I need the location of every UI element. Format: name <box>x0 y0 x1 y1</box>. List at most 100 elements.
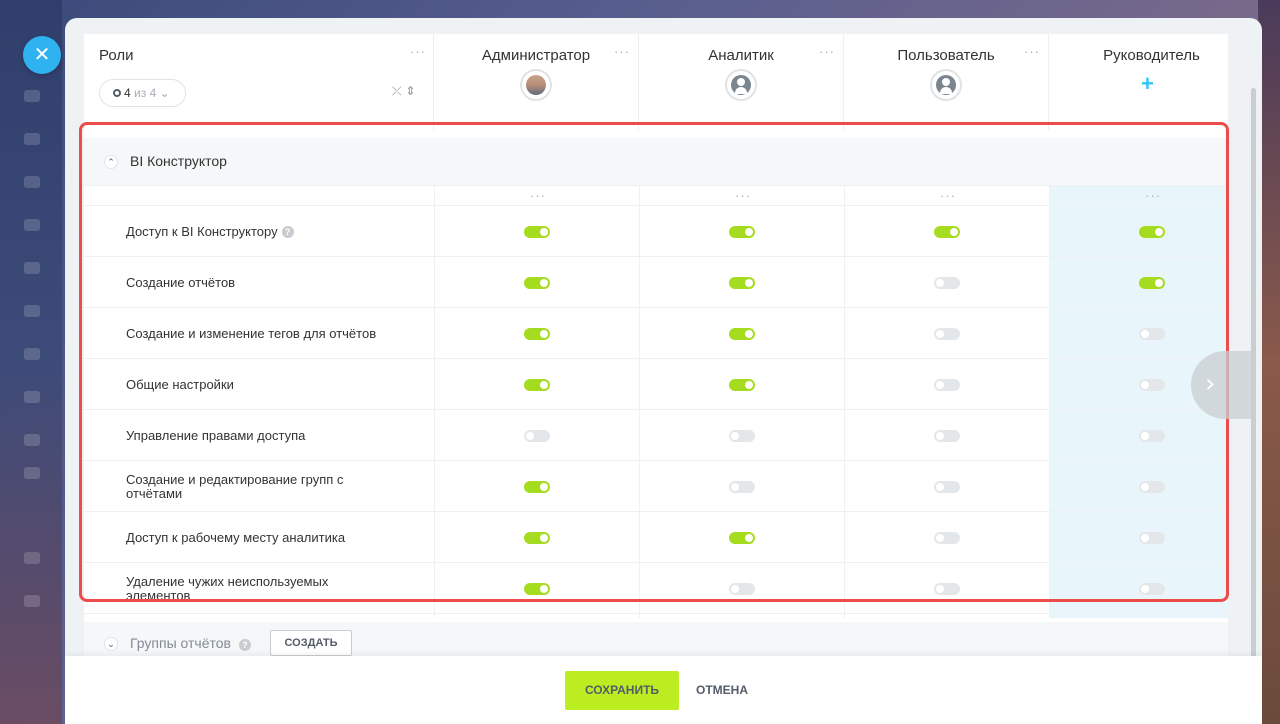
permission-toggle[interactable] <box>934 277 960 289</box>
permission-label: Доступ к рабочему месту аналитика <box>126 512 386 563</box>
background-sidebar <box>0 0 62 724</box>
permissions-slider: Роли ··· 4 из 4 ⌄ ⤫ ⇕ Администратор ··· … <box>65 18 1262 724</box>
sidebar-blur-icon <box>24 391 40 403</box>
save-button[interactable]: СОХРАНИТЬ <box>565 671 679 710</box>
permission-toggle[interactable] <box>1139 328 1165 340</box>
permission-toggle[interactable] <box>934 532 960 544</box>
permission-toggle[interactable] <box>729 583 755 595</box>
permission-toggle[interactable] <box>934 481 960 493</box>
permission-toggle[interactable] <box>524 481 550 493</box>
sidebar-blur-icon <box>24 552 40 564</box>
permission-toggle[interactable] <box>524 583 550 595</box>
permission-toggle[interactable] <box>729 379 755 391</box>
permission-label-text: Общие настройки <box>126 376 234 392</box>
footer-bar: СОХРАНИТЬ ОТМЕНА <box>65 656 1262 724</box>
sidebar-blur-icon <box>24 348 40 360</box>
role-name: Пользователь <box>897 47 995 64</box>
counter-rest: из 4 <box>134 86 157 100</box>
chevron-down-icon: ⌄ <box>159 86 170 100</box>
close-icon: ✕ <box>33 42 51 66</box>
section-title: Группы отчётов ? <box>130 635 251 651</box>
collapse-expand-icon[interactable]: ⤫ ⇕ <box>392 84 415 99</box>
cancel-button[interactable]: ОТМЕНА <box>696 671 748 710</box>
permission-toggle[interactable] <box>524 328 550 340</box>
sidebar-blur-icon <box>24 467 40 479</box>
groups-title: Группы отчётов <box>130 635 231 651</box>
role-name: Руководитель <box>1103 47 1200 64</box>
permission-toggle[interactable] <box>1139 532 1165 544</box>
permission-toggle[interactable] <box>1139 583 1165 595</box>
column-more-icon[interactable]: ··· <box>1145 189 1161 202</box>
role-column-admin: Администратор ··· <box>434 34 639 130</box>
sidebar-blur-icon <box>24 133 40 145</box>
permission-label: Доступ к BI Конструктору? <box>126 206 386 257</box>
permission-toggle[interactable] <box>934 226 960 238</box>
user-icon <box>731 75 751 95</box>
permission-toggle[interactable] <box>524 277 550 289</box>
roles-title: Роли <box>99 47 134 64</box>
avatar[interactable] <box>520 69 552 101</box>
permission-label-text: Удаление чужих неиспользуемых элементов <box>126 573 329 603</box>
avatar-photo <box>526 75 546 95</box>
permission-label-text: Создание отчётов <box>126 274 236 290</box>
chevron-down-icon[interactable]: ⌄ <box>104 637 118 651</box>
permission-toggle[interactable] <box>1139 226 1165 238</box>
help-icon[interactable]: ? <box>281 225 294 238</box>
section-header[interactable]: ⌃ BI Конструктор <box>84 138 1228 186</box>
close-slider-button[interactable]: ✕ <box>23 36 61 74</box>
roles-counter[interactable]: 4 из 4 ⌄ <box>99 79 186 107</box>
roles-more-icon[interactable]: ··· <box>410 45 426 58</box>
permission-label-text: Управление правами доступа <box>126 427 306 443</box>
sidebar-blur-icon <box>24 434 40 446</box>
permission-toggle[interactable] <box>524 226 550 238</box>
permission-label: Создание и редактирование групп с отчёта… <box>126 461 386 512</box>
permission-label: Управление правами доступа <box>126 410 386 461</box>
permission-toggle[interactable] <box>729 430 755 442</box>
eye-icon <box>113 89 121 97</box>
help-icon[interactable]: ? <box>238 639 251 651</box>
role-name: Администратор <box>481 47 591 64</box>
column-actions-row: ··· ··· ··· ··· <box>84 186 1228 206</box>
permission-label: Общие настройки <box>126 359 386 410</box>
add-member-icon[interactable]: + <box>1141 73 1154 95</box>
permissions-table: Роли ··· 4 из 4 ⌄ ⤫ ⇕ Администратор ··· … <box>84 34 1228 674</box>
permission-toggle[interactable] <box>934 430 960 442</box>
table-row: Доступ к рабочему месту аналитика <box>84 512 1228 563</box>
scrollbar[interactable] <box>1251 88 1256 718</box>
permission-toggle[interactable] <box>524 532 550 544</box>
sidebar-blur-icon <box>24 305 40 317</box>
column-more-icon[interactable]: ··· <box>614 45 630 58</box>
column-more-icon[interactable]: ··· <box>1024 45 1040 58</box>
permission-toggle[interactable] <box>524 379 550 391</box>
table-row: Создание отчётов <box>84 257 1228 308</box>
permission-label-text: Создание и изменение тегов для отчётов <box>126 325 377 341</box>
column-more-icon[interactable]: ··· <box>940 189 956 202</box>
permission-toggle[interactable] <box>729 481 755 493</box>
chevron-up-icon[interactable]: ⌃ <box>104 155 118 169</box>
role-column-analyst: Аналитик ··· <box>639 34 844 130</box>
permission-toggle[interactable] <box>729 226 755 238</box>
section-title: BI Конструктор <box>130 153 227 169</box>
permission-toggle[interactable] <box>729 277 755 289</box>
permission-toggle[interactable] <box>1139 379 1165 391</box>
permission-label-text: Доступ к рабочему месту аналитика <box>126 529 346 545</box>
permission-toggle[interactable] <box>729 328 755 340</box>
column-more-icon[interactable]: ··· <box>819 45 835 58</box>
permission-toggle[interactable] <box>524 430 550 442</box>
permission-toggle[interactable] <box>729 532 755 544</box>
permission-toggle[interactable] <box>934 583 960 595</box>
table-row: Создание и редактирование групп с отчёта… <box>84 461 1228 512</box>
permission-toggle[interactable] <box>1139 277 1165 289</box>
column-more-icon[interactable]: ··· <box>735 189 751 202</box>
permission-toggle[interactable] <box>934 379 960 391</box>
permission-toggle[interactable] <box>934 328 960 340</box>
role-column-user: Пользователь ··· <box>844 34 1049 130</box>
create-group-button[interactable]: СОЗДАТЬ <box>270 630 352 656</box>
sidebar-blur-icon <box>24 595 40 607</box>
column-more-icon[interactable]: ··· <box>530 189 546 202</box>
avatar[interactable] <box>725 69 757 101</box>
scroll-right-icon[interactable]: › <box>1191 351 1251 419</box>
avatar[interactable] <box>930 69 962 101</box>
permission-toggle[interactable] <box>1139 481 1165 493</box>
permission-toggle[interactable] <box>1139 430 1165 442</box>
